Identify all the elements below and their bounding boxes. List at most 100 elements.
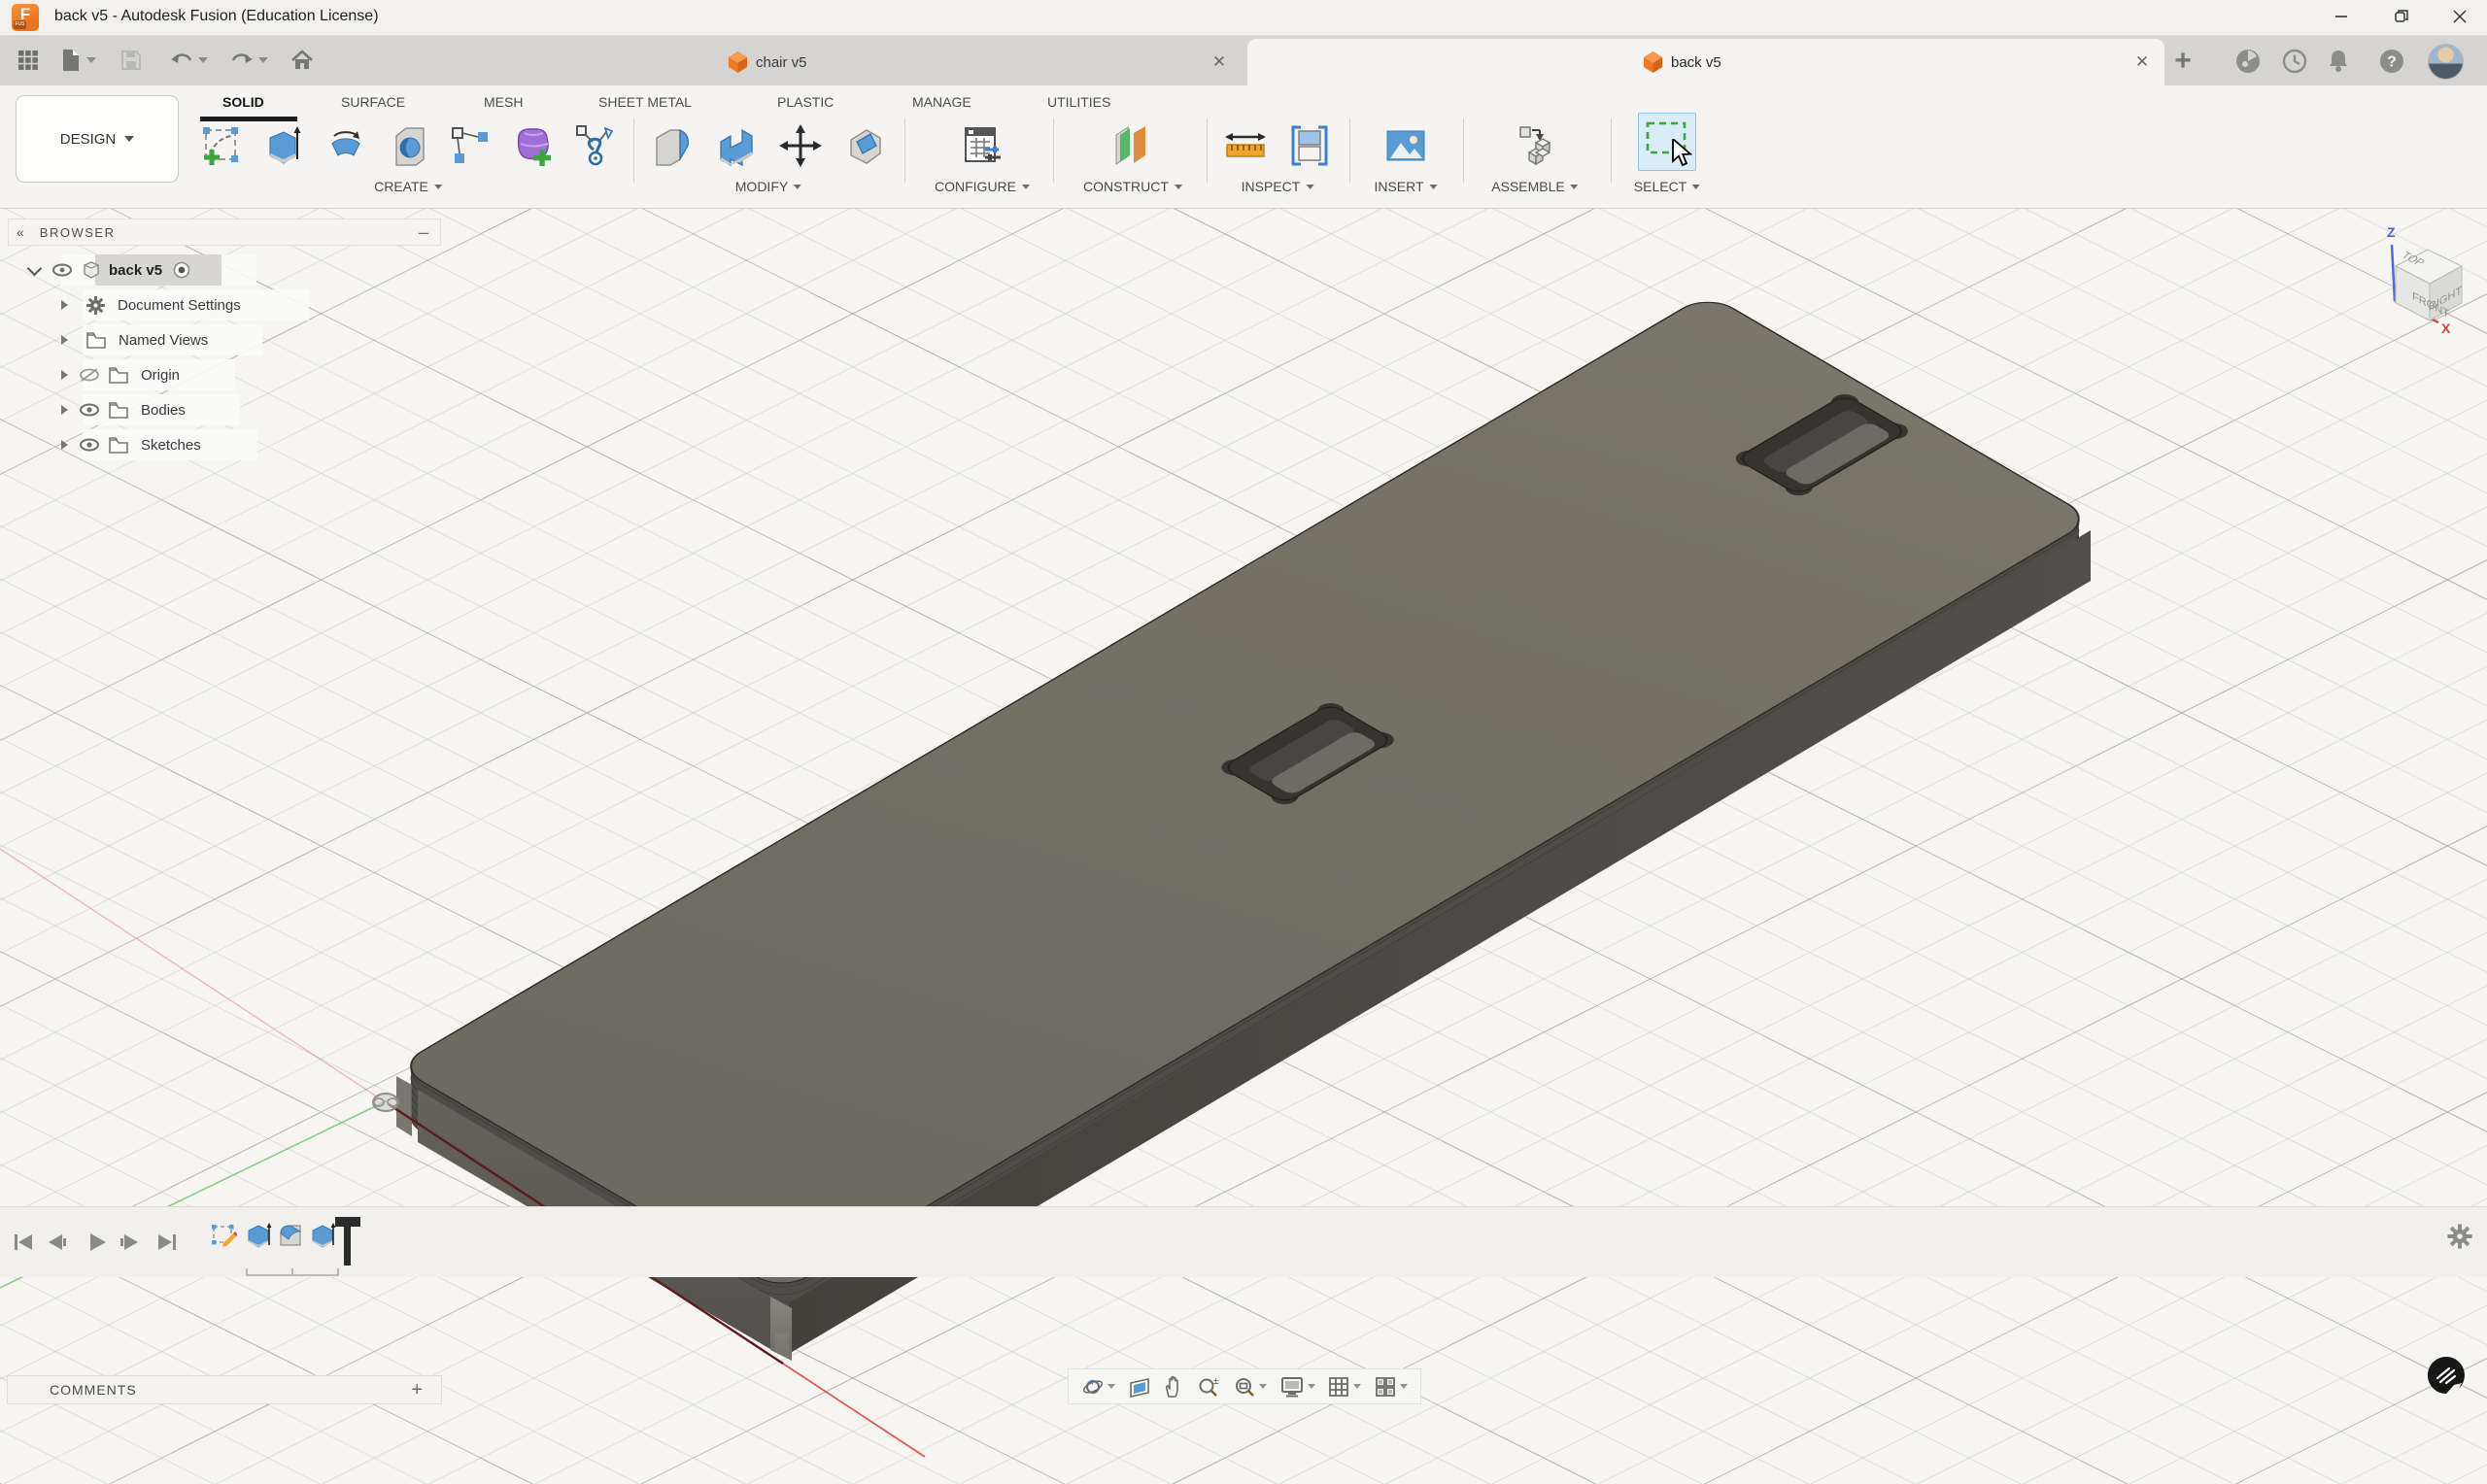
timeline-step-forward-button[interactable]	[117, 1229, 144, 1256]
app-grid-icon[interactable]	[14, 46, 43, 75]
help-icon[interactable]: ?	[2376, 46, 2407, 77]
revolve-button[interactable]	[323, 122, 369, 169]
workspace-selector[interactable]: DESIGN	[16, 95, 179, 183]
eye-icon[interactable]	[51, 263, 73, 277]
select-group-label[interactable]: SELECT	[1634, 177, 1700, 196]
timeline-feature-sketch[interactable]	[209, 1221, 238, 1250]
configure-group-label[interactable]: CONFIGURE	[935, 177, 1030, 196]
browser-item-origin[interactable]: Origin	[61, 363, 180, 387]
browser-item-label[interactable]: Document Settings	[118, 297, 241, 314]
timeline-feature-extrude-2[interactable]	[308, 1221, 337, 1250]
restore-button[interactable]	[2374, 0, 2429, 33]
hole-button[interactable]	[385, 122, 431, 169]
browser-root-row[interactable]: back v5	[29, 258, 190, 282]
look-at-tool[interactable]	[1128, 1376, 1151, 1398]
ribbon-tab-utilities[interactable]: UTILITIES	[1047, 89, 1110, 115]
browser-collapse-icon[interactable]: «	[17, 224, 22, 240]
tree-arrow-icon[interactable]	[61, 370, 68, 380]
viewports-tool[interactable]	[1374, 1375, 1408, 1399]
inspect-group-label[interactable]: INSPECT	[1242, 177, 1314, 196]
assemble-group-label[interactable]: ASSEMBLE	[1491, 177, 1578, 196]
browser-header[interactable]: « BROWSER –	[8, 219, 441, 246]
viewcube[interactable]: TOP FRONT RIGHT Z X	[2370, 219, 2485, 340]
timeline-play-button[interactable]	[84, 1229, 111, 1256]
user-avatar[interactable]	[2428, 44, 2464, 80]
job-status-icon[interactable]	[2425, 1354, 2468, 1397]
timeline-marker-head[interactable]	[335, 1217, 360, 1227]
zoom-tool[interactable]: ±	[1197, 1375, 1220, 1399]
extrude-button[interactable]	[260, 122, 307, 169]
activate-radio-icon[interactable]	[173, 261, 190, 279]
insert-group-label[interactable]: INSERT	[1374, 177, 1437, 196]
modify-group-label[interactable]: MODIFY	[735, 177, 801, 196]
eye-hidden-icon[interactable]	[78, 366, 101, 384]
tree-arrow-icon[interactable]	[61, 405, 68, 415]
minimize-button[interactable]	[2314, 0, 2368, 33]
pan-tool[interactable]	[1163, 1375, 1184, 1399]
redo-button[interactable]	[223, 46, 274, 75]
create-sketch-button[interactable]	[198, 122, 245, 169]
tab-close-icon[interactable]: ✕	[2129, 50, 2155, 75]
insert-canvas-button[interactable]	[1382, 122, 1429, 169]
tree-arrow-icon[interactable]	[61, 440, 68, 450]
viewport-canvas[interactable]: TOP FRONT RIGHT Z X « BROWSER –	[0, 208, 2487, 1484]
ribbon-tab-sheet-metal[interactable]: SHEET METAL	[598, 89, 692, 115]
save-button[interactable]	[117, 46, 146, 75]
notifications-bell-icon[interactable]	[2323, 46, 2354, 77]
eye-icon[interactable]	[78, 401, 101, 419]
browser-item-document-settings[interactable]: Document Settings	[61, 293, 241, 317]
configure-button[interactable]	[958, 122, 1005, 169]
eye-icon[interactable]	[78, 436, 101, 454]
browser-minimize-icon[interactable]: –	[419, 222, 428, 243]
tab-label[interactable]: back v5	[1671, 54, 1721, 71]
pattern-button[interactable]	[447, 122, 494, 169]
file-menu-button[interactable]	[56, 46, 101, 75]
press-pull-button[interactable]	[649, 122, 696, 169]
ribbon-tab-plastic[interactable]: PLASTIC	[777, 89, 834, 115]
fit-tool[interactable]	[1233, 1375, 1267, 1399]
create-form-button[interactable]	[509, 122, 556, 169]
browser-item-label[interactable]: Origin	[141, 367, 180, 384]
timeline-marker[interactable]	[344, 1227, 351, 1265]
timeline-go-end-button[interactable]	[153, 1229, 181, 1256]
recent-activity-icon[interactable]	[2279, 46, 2310, 77]
offset-plane-button[interactable]	[1107, 122, 1154, 169]
section-analysis-button[interactable]	[1286, 122, 1333, 169]
browser-item-sketches[interactable]: Sketches	[61, 433, 201, 456]
tab-close-icon[interactable]: ✕	[1207, 50, 1232, 75]
ribbon-tab-manage[interactable]: MANAGE	[912, 89, 971, 115]
display-settings-tool[interactable]	[1279, 1375, 1315, 1399]
timeline-feature-fillet[interactable]	[276, 1221, 305, 1250]
chevron-expanded-icon[interactable]	[27, 260, 43, 276]
origin-marker[interactable]	[373, 1094, 398, 1111]
new-component-button[interactable]	[1512, 122, 1558, 169]
create-group-label[interactable]: CREATE	[374, 177, 442, 196]
ribbon-tab-surface[interactable]: SURFACE	[341, 89, 405, 115]
derive-button[interactable]	[571, 122, 618, 169]
undo-button[interactable]	[163, 46, 214, 75]
timeline-go-start-button[interactable]	[10, 1229, 37, 1256]
comments-panel[interactable]: COMMENTS +	[7, 1375, 442, 1404]
move-copy-button[interactable]	[777, 122, 824, 169]
grid-snaps-tool[interactable]	[1327, 1375, 1361, 1399]
browser-item-label[interactable]: Sketches	[141, 437, 201, 454]
tab-label[interactable]: chair v5	[756, 54, 807, 71]
tab-chair-v5[interactable]: chair v5 ✕	[719, 39, 1240, 85]
timeline-feature-extrude-1[interactable]	[244, 1221, 273, 1250]
home-icon[interactable]	[288, 46, 317, 75]
ribbon-tab-solid[interactable]: SOLID	[222, 89, 264, 115]
tree-arrow-icon[interactable]	[61, 335, 68, 345]
browser-item-named-views[interactable]: Named Views	[61, 328, 208, 352]
tree-arrow-icon[interactable]	[61, 300, 68, 310]
settings-gear-icon[interactable]	[2446, 1223, 2473, 1250]
orbit-tool[interactable]: +	[1081, 1375, 1115, 1399]
browser-item-bodies[interactable]: Bodies	[61, 398, 186, 422]
new-tab-button[interactable]: +	[2167, 46, 2198, 77]
browser-item-label[interactable]: Named Views	[119, 332, 208, 349]
split-body-button[interactable]	[841, 122, 888, 169]
timeline-step-back-button[interactable]	[43, 1229, 70, 1256]
close-button[interactable]	[2433, 0, 2487, 33]
ribbon-tab-mesh[interactable]: MESH	[484, 89, 523, 115]
browser-root-label[interactable]: back v5	[109, 262, 162, 279]
tab-back-v5[interactable]: back v5 ✕	[1247, 39, 2164, 85]
